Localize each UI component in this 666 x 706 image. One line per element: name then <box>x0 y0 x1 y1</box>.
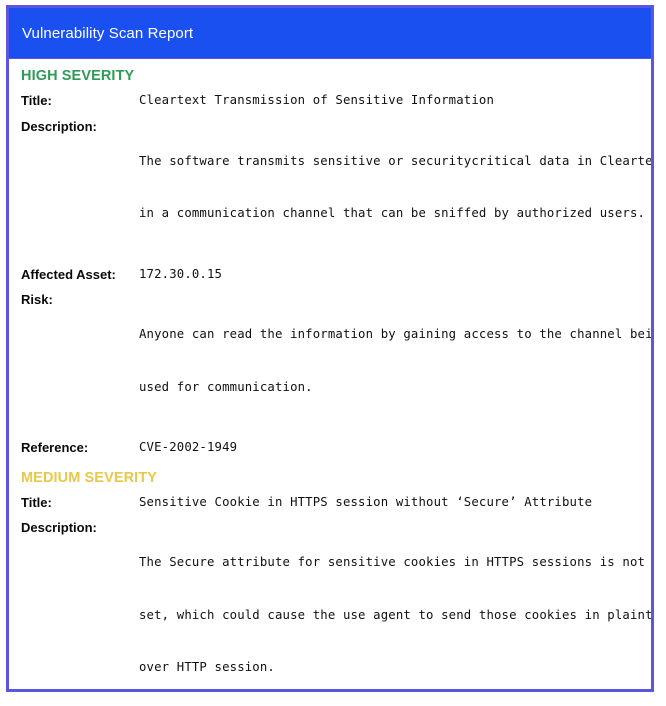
field-label-risk: Risk: <box>21 292 53 307</box>
risk-line: Anyone can read the information by gaini… <box>139 327 651 341</box>
description-line: set, which could cause the use agent to … <box>139 607 651 622</box>
field-row-title: Title: Cleartext Transmission of Sensiti… <box>9 88 651 114</box>
field-label-description: Description: <box>21 520 97 535</box>
description-line: in a communication channel that can be s… <box>139 206 646 220</box>
field-label-description: Description: <box>21 118 97 134</box>
report-frame: Vulnerability Scan Report HIGH SEVERITY … <box>6 5 654 692</box>
description-line: over HTTP session. <box>139 660 275 674</box>
field-row-title: Title: Sensitive Cookie in HTTPS session… <box>9 490 651 516</box>
field-label-title: Title: <box>21 93 52 108</box>
report-header: Vulnerability Scan Report <box>9 8 651 59</box>
description-line: The software transmits sensitive or secu… <box>139 153 651 168</box>
report-title: Vulnerability Scan Report <box>22 24 194 42</box>
field-row-risk: Risk: Anyone can read the information by… <box>9 287 651 435</box>
field-value-title: Sensitive Cookie in HTTPS session withou… <box>139 494 593 509</box>
field-value-description: The software transmits sensitive or secu… <box>139 118 651 258</box>
field-value-risk: Anyone can read the information by gaini… <box>139 291 651 431</box>
field-row-description: Description: The software transmits sens… <box>9 114 651 262</box>
description-line: The Secure attribute for sensitive cooki… <box>139 555 646 569</box>
field-value-description: The Secure attribute for sensitive cooki… <box>139 519 651 688</box>
field-label-title: Title: <box>21 494 52 510</box>
risk-line: used for communication. <box>139 379 313 394</box>
field-row-reference: Reference: CVE-2002-1949 <box>9 435 651 461</box>
field-label-affected-asset: Affected Asset: <box>21 266 116 282</box>
field-row-affected-asset: Affected Asset: 172.30.0.15 <box>9 262 651 288</box>
field-value-affected-asset: 172.30.0.15 <box>139 266 223 281</box>
severity-heading-high: HIGH SEVERITY <box>21 68 135 84</box>
severity-section-high: HIGH SEVERITY Title: Cleartext Transmiss… <box>9 59 651 461</box>
field-value-reference: CVE-2002-1949 <box>139 440 238 454</box>
report-body: HIGH SEVERITY Title: Cleartext Transmiss… <box>9 59 651 688</box>
severity-heading-medium: MEDIUM SEVERITY <box>21 469 158 486</box>
field-label-reference: Reference: <box>21 440 89 455</box>
field-value-title: Cleartext Transmission of Sensitive Info… <box>139 93 495 107</box>
field-row-description: Description: The Secure attribute for se… <box>9 515 651 688</box>
severity-section-medium: MEDIUM SEVERITY Title: Sensitive Cookie … <box>9 461 651 689</box>
